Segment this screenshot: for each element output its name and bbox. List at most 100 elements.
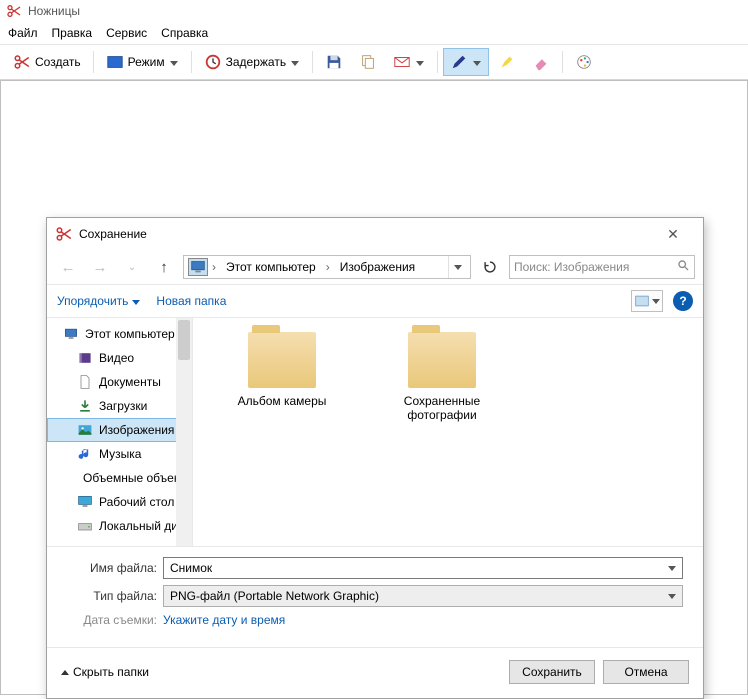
- chevron-down-icon: [668, 594, 676, 599]
- chevron-down-icon[interactable]: [668, 566, 676, 571]
- filetype-label: Тип файла:: [61, 589, 157, 603]
- chevron-down-icon[interactable]: [448, 256, 466, 278]
- folder-saved-pictures[interactable]: Сохраненные фотографии: [387, 332, 497, 422]
- search-placeholder: Поиск: Изображения: [514, 260, 677, 274]
- view-button[interactable]: [631, 290, 663, 312]
- mode-label: Режим: [128, 55, 165, 69]
- drive-icon: [77, 518, 93, 534]
- hide-folders-button[interactable]: Скрыть папки: [61, 665, 149, 679]
- tree-item-3d[interactable]: Объемные объекты: [47, 466, 192, 490]
- separator: [312, 51, 313, 73]
- send-button[interactable]: [386, 48, 432, 76]
- tree-item-music[interactable]: Музыка: [47, 442, 192, 466]
- separator: [93, 51, 94, 73]
- tree-item-pictures[interactable]: Изображения: [47, 418, 192, 442]
- music-icon: [77, 446, 93, 462]
- copy-button[interactable]: [352, 48, 384, 76]
- pen-icon: [450, 53, 468, 71]
- mail-icon: [393, 53, 411, 71]
- pc-icon: [188, 258, 208, 276]
- chevron-right-icon: ›: [210, 260, 218, 274]
- separator: [562, 51, 563, 73]
- tree-item-videos[interactable]: Видео: [47, 346, 192, 370]
- scrollbar-thumb[interactable]: [178, 320, 190, 360]
- chevron-right-icon: ›: [324, 260, 332, 274]
- pc-icon: [63, 326, 79, 342]
- menubar: Файл Правка Сервис Справка: [0, 22, 748, 44]
- scissors-icon: [13, 53, 31, 71]
- copy-icon: [359, 53, 377, 71]
- filetype-select[interactable]: PNG-файл (Portable Network Graphic): [163, 585, 683, 607]
- tree-item-downloads[interactable]: Загрузки: [47, 394, 192, 418]
- help-button[interactable]: ?: [673, 291, 693, 311]
- nav-up-button[interactable]: ↑: [151, 259, 177, 276]
- clock-icon: [204, 53, 222, 71]
- paint3d-icon: [575, 53, 593, 71]
- save-confirm-button[interactable]: Сохранить: [509, 660, 595, 684]
- folder-label: Сохраненные фотографии: [387, 394, 497, 422]
- nav-tree: Этот компьютер Видео Документы Загрузки …: [47, 318, 193, 546]
- floppy-icon: [325, 53, 343, 71]
- chevron-down-icon: [61, 670, 69, 675]
- pen-button[interactable]: [443, 48, 489, 76]
- highlighter-icon: [498, 53, 516, 71]
- search-input[interactable]: Поиск: Изображения: [509, 255, 695, 279]
- nav-forward-button[interactable]: →: [87, 259, 113, 276]
- menu-edit[interactable]: Правка: [52, 26, 93, 40]
- chevron-down-icon: [132, 294, 140, 308]
- refresh-button[interactable]: [477, 255, 503, 279]
- menu-tools[interactable]: Сервис: [106, 26, 147, 40]
- folder-label: Альбом камеры: [227, 394, 337, 408]
- menu-file[interactable]: Файл: [8, 26, 38, 40]
- app-titlebar: Ножницы: [0, 0, 748, 22]
- date-label: Дата съемки:: [61, 613, 157, 627]
- dialog-title: Сохранение: [79, 227, 645, 241]
- date-link[interactable]: Укажите дату и время: [163, 613, 285, 627]
- desktop-icon: [77, 494, 93, 510]
- chevron-down-icon: [472, 55, 482, 69]
- separator: [191, 51, 192, 73]
- delay-label: Задержать: [226, 55, 286, 69]
- breadcrumb-root[interactable]: Этот компьютер: [220, 260, 322, 274]
- chevron-down-icon[interactable]: ⌄: [119, 262, 145, 273]
- tree-item-desktop[interactable]: Рабочий стол: [47, 490, 192, 514]
- new-snip-button[interactable]: Создать: [6, 48, 88, 76]
- folder-icon: [408, 332, 476, 388]
- tree-item-documents[interactable]: Документы: [47, 370, 192, 394]
- chevron-down-icon: [415, 55, 425, 69]
- save-button[interactable]: [318, 48, 350, 76]
- save-dialog: Сохранение ✕ ← → ⌄ ↑ › Этот компьютер › …: [46, 217, 704, 699]
- tree-item-localdisk[interactable]: Локальный диск: [47, 514, 192, 538]
- organize-button[interactable]: Упорядочить: [57, 294, 140, 308]
- filename-label: Имя файла:: [61, 561, 157, 575]
- nav-back-button[interactable]: ←: [55, 259, 81, 276]
- highlighter-button[interactable]: [491, 48, 523, 76]
- rectangle-icon: [106, 53, 124, 71]
- picture-icon: [77, 422, 93, 438]
- filename-input[interactable]: Снимок: [163, 557, 683, 579]
- separator: [437, 51, 438, 73]
- search-icon: [677, 259, 690, 275]
- scissors-icon: [6, 3, 22, 19]
- folder-camera-roll[interactable]: Альбом камеры: [227, 332, 337, 408]
- tree-scrollbar[interactable]: [176, 318, 192, 546]
- new-snip-label: Создать: [35, 55, 81, 69]
- folder-pane[interactable]: Альбом камеры Сохраненные фотографии: [193, 318, 703, 546]
- delay-button[interactable]: Задержать: [197, 48, 307, 76]
- eraser-button[interactable]: [525, 48, 557, 76]
- mode-button[interactable]: Режим: [99, 48, 186, 76]
- breadcrumb-folder[interactable]: Изображения: [334, 260, 421, 274]
- new-folder-button[interactable]: Новая папка: [156, 294, 226, 308]
- close-button[interactable]: ✕: [651, 226, 695, 243]
- paint3d-button[interactable]: [568, 48, 600, 76]
- cancel-button[interactable]: Отмена: [603, 660, 689, 684]
- tree-root[interactable]: Этот компьютер: [47, 322, 192, 346]
- folder-icon: [248, 332, 316, 388]
- dialog-titlebar: Сохранение ✕: [47, 218, 703, 250]
- eraser-icon: [532, 53, 550, 71]
- chevron-down-icon: [290, 55, 300, 69]
- breadcrumb[interactable]: › Этот компьютер › Изображения: [183, 255, 471, 279]
- chevron-down-icon: [169, 55, 179, 69]
- menu-help[interactable]: Справка: [161, 26, 208, 40]
- scissors-icon: [55, 225, 73, 243]
